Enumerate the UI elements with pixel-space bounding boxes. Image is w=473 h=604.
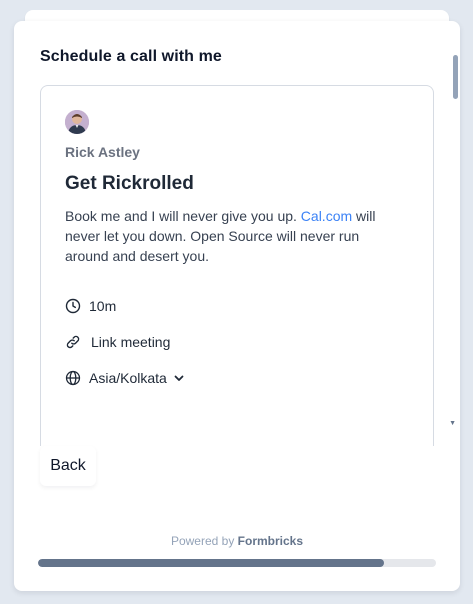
globe-icon bbox=[65, 370, 81, 386]
timezone-row: Asia/Kolkata bbox=[65, 370, 185, 386]
powered-by-footer: Powered by Formbricks bbox=[14, 534, 460, 548]
formbricks-brand[interactable]: Formbricks bbox=[238, 534, 303, 548]
description-text-start: Book me and I will never give you up. bbox=[65, 208, 297, 224]
progress-bar bbox=[38, 559, 436, 567]
location-value: Link meeting bbox=[91, 334, 171, 350]
scroll-down-arrow[interactable]: ▼ bbox=[449, 420, 456, 427]
progress-bar-fill bbox=[38, 559, 385, 567]
back-button[interactable]: Back bbox=[40, 446, 96, 486]
host-name: Rick Astley bbox=[65, 144, 140, 160]
cal-com-link[interactable]: Cal.com bbox=[301, 208, 352, 224]
timezone-select[interactable]: Asia/Kolkata bbox=[89, 370, 185, 386]
chevron-down-icon bbox=[173, 372, 185, 384]
duration-value: 10m bbox=[89, 298, 117, 314]
host-avatar bbox=[65, 110, 89, 134]
question-title: Schedule a call with me bbox=[40, 48, 222, 65]
clock-icon bbox=[65, 298, 81, 314]
powered-by-text: Powered by bbox=[170, 534, 235, 548]
link-icon bbox=[65, 334, 81, 350]
timezone-value: Asia/Kolkata bbox=[89, 370, 167, 386]
event-title: Get Rickrolled bbox=[65, 173, 194, 194]
cal-booking-embed[interactable]: Rick Astley Get Rickrolled Book me and I… bbox=[40, 85, 434, 446]
location-row: Link meeting bbox=[65, 334, 170, 350]
duration-row: 10m bbox=[65, 298, 116, 314]
event-description: Book me and I will never give you up. Ca… bbox=[65, 206, 395, 266]
survey-card: Schedule a call with me Rick Astley Get … bbox=[14, 21, 460, 591]
scrollbar-thumb[interactable] bbox=[453, 55, 458, 99]
